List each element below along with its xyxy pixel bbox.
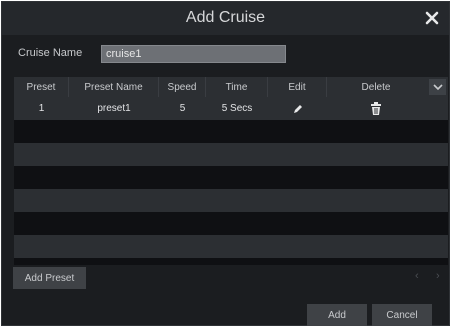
table-body: 1 preset1 5 5 Secs — [14, 97, 448, 265]
close-button[interactable] — [421, 7, 443, 29]
dialog-title: Add Cruise — [185, 9, 266, 26]
chevron-down-icon — [432, 84, 443, 91]
cell-speed: 5 — [179, 103, 186, 114]
table-row — [14, 166, 448, 189]
column-header-speed: Speed — [159, 77, 206, 97]
column-header-preset-name: Preset Name — [69, 77, 159, 97]
table-row — [14, 120, 448, 143]
table-row — [14, 258, 448, 265]
cell-time: 5 Secs — [221, 103, 253, 114]
table-row — [14, 212, 448, 235]
close-icon — [425, 11, 439, 25]
scroll-down-button[interactable] — [429, 79, 446, 95]
add-button[interactable]: Add — [307, 304, 367, 326]
table-header: Preset Preset Name Speed Time Edit Delet… — [14, 77, 448, 97]
cruise-name-label: Cruise Name — [18, 47, 83, 59]
column-header-edit: Edit — [268, 77, 327, 97]
column-header-delete: Delete — [361, 81, 391, 93]
title-bar: Add Cruise — [2, 2, 449, 35]
prev-page-button[interactable]: ‹ — [415, 270, 419, 282]
cruise-name-row: Cruise Name — [2, 42, 449, 66]
table-row[interactable]: 1 preset1 5 5 Secs — [14, 97, 448, 120]
delete-button[interactable] — [327, 97, 425, 120]
table-row — [14, 235, 448, 258]
table-row — [14, 143, 448, 166]
cancel-button[interactable]: Cancel — [372, 304, 432, 326]
table-row — [14, 189, 448, 212]
edit-button[interactable] — [268, 97, 327, 120]
column-header-time: Time — [206, 77, 268, 97]
cell-preset-name: preset1 — [97, 103, 131, 114]
pencil-icon — [293, 104, 302, 113]
cruise-name-input[interactable] — [101, 45, 286, 63]
preset-table: Preset Preset Name Speed Time Edit Delet… — [14, 77, 448, 265]
column-header-preset: Preset — [14, 77, 69, 97]
cell-preset: 1 — [38, 103, 45, 114]
add-cruise-dialog: Add Cruise Cruise Name Preset Preset Nam… — [1, 1, 450, 326]
add-preset-button[interactable]: Add Preset — [13, 267, 86, 289]
next-page-button[interactable]: › — [436, 270, 440, 282]
trash-icon — [371, 102, 381, 115]
